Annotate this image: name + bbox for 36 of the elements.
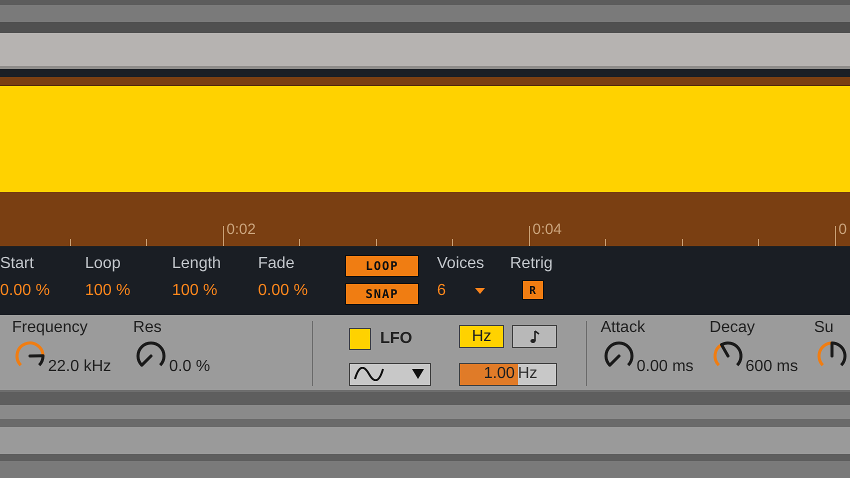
- param-value[interactable]: 0.00 %: [258, 282, 345, 300]
- param-label: Voices: [437, 255, 486, 273]
- retrig-button[interactable]: R: [522, 280, 544, 300]
- param-label: Retrig: [510, 255, 553, 273]
- knob-label: Attack: [600, 319, 646, 337]
- lfo-checkbox[interactable]: [349, 328, 372, 350]
- param-label: Loop: [85, 255, 122, 273]
- note-mode-button[interactable]: [512, 325, 558, 348]
- dropdown-arrow-icon: [474, 288, 485, 294]
- snap-button[interactable]: SNAP: [345, 283, 419, 305]
- knob-label: Decay: [710, 319, 756, 337]
- param-value[interactable]: 0.00 %: [0, 282, 85, 300]
- dropdown-arrow-icon: [412, 369, 424, 379]
- time-label: 0:04: [532, 221, 562, 238]
- param-label: Length: [172, 255, 222, 273]
- param-label: Fade: [258, 255, 296, 273]
- knob-label: Res: [133, 319, 163, 337]
- knob-value: 600 ms: [746, 358, 798, 376]
- knob-value: 0.00 ms: [636, 358, 694, 376]
- loop-button[interactable]: LOOP: [345, 255, 419, 277]
- knob-label: Frequency: [12, 319, 89, 337]
- param-value[interactable]: 100 %: [172, 282, 258, 300]
- rate-field[interactable]: 1.00 Hz: [459, 362, 558, 386]
- knob-value: 0.0 %: [169, 358, 210, 376]
- param-label: Start: [0, 255, 35, 273]
- knob-label: Su: [814, 319, 835, 337]
- param-value[interactable]: 100 %: [85, 282, 172, 300]
- voices-dropdown[interactable]: 6: [437, 282, 510, 300]
- waveform-dropdown[interactable]: [349, 362, 432, 386]
- sine-wave-icon: [354, 367, 384, 381]
- note-icon: [530, 330, 540, 344]
- time-label: 0: [838, 221, 847, 238]
- knob-value: 22.0 kHz: [48, 358, 112, 376]
- lfo-label: LFO: [380, 330, 412, 348]
- time-label: 0:02: [226, 221, 256, 238]
- hz-mode-button[interactable]: Hz: [459, 325, 504, 348]
